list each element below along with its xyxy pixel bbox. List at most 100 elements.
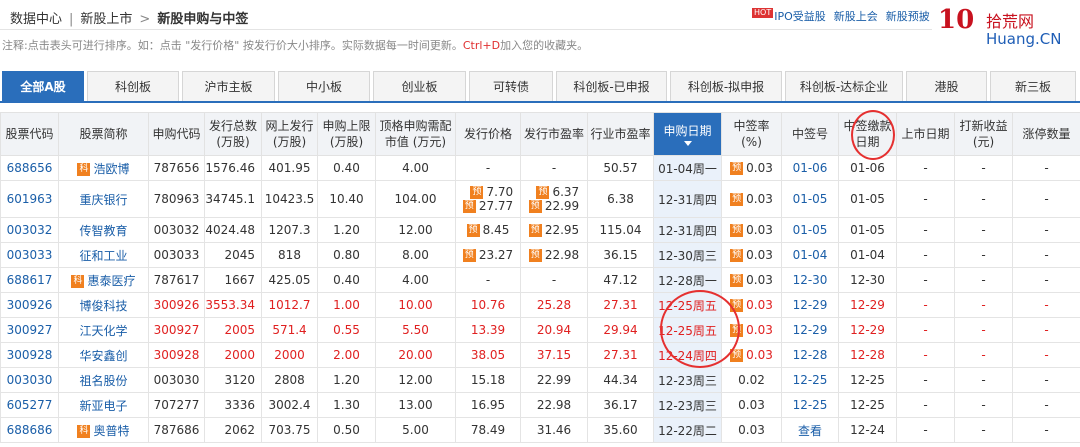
column-header[interactable]: 中签率 (%) <box>721 112 782 156</box>
tab-9[interactable]: 科创板-达标企业 <box>785 71 903 101</box>
breadcrumb-item[interactable]: 数据中心 <box>10 12 62 27</box>
table-cell: 1.20 <box>317 367 376 393</box>
table-cell: - <box>896 342 955 368</box>
tab-5[interactable]: 创业板 <box>373 71 466 101</box>
table-row[interactable]: 003033 征和工业 003033 2045 818 0.80 8.00 预 23.27 预 22… <box>0 242 1080 268</box>
stock-name-link[interactable]: 征和工业 <box>58 242 149 268</box>
table-row[interactable]: 688656 科浩欧博 787656 1576.46 401.95 0.40 4.00- -5… <box>0 155 1080 181</box>
hot-badge: HOT <box>752 8 774 18</box>
tab-3[interactable]: 沪市主板 <box>182 71 275 101</box>
table-cell: 003033 <box>148 242 205 268</box>
stock-code-link[interactable]: 300928 <box>0 342 59 368</box>
tab-2[interactable]: 科创板 <box>87 71 179 101</box>
table-cell: 12-25 <box>838 392 897 418</box>
lottery-number-link[interactable]: 12-29 <box>781 317 839 343</box>
lottery-number-link[interactable]: 12-25 <box>781 367 839 393</box>
lottery-number-link[interactable]: 01-05 <box>781 180 839 218</box>
stock-name-link[interactable]: 科浩欧博 <box>58 155 149 181</box>
stock-name-link[interactable]: 华安鑫创 <box>58 342 149 368</box>
tab-8[interactable]: 科创板-拟申报 <box>670 71 782 101</box>
stock-name-link[interactable]: 祖名股份 <box>58 367 149 393</box>
table-cell: 0.02 <box>721 367 782 393</box>
table-row[interactable]: 688686 科奥普特 787686 2062 703.75 0.50 5.00 78.49 3… <box>0 417 1080 443</box>
lottery-number-link[interactable]: 01-05 <box>781 217 839 243</box>
stock-code-link[interactable]: 300927 <box>0 317 59 343</box>
table-row[interactable]: 300927 江天化学 300927 2005 571.4 0.55 5.50 13.39 20… <box>0 317 1080 343</box>
stock-code-link[interactable]: 601963 <box>0 180 59 218</box>
lottery-number-link[interactable]: 01-06 <box>781 155 839 181</box>
tab-11[interactable]: 新三板 <box>990 71 1076 101</box>
tab-10[interactable]: 港股 <box>906 71 987 101</box>
table-cell: 12-30 <box>838 267 897 293</box>
stock-name-link[interactable]: 重庆银行 <box>58 180 149 218</box>
stock-name-link[interactable]: 科惠泰医疗 <box>58 267 149 293</box>
stock-code-link[interactable]: 003030 <box>0 367 59 393</box>
stock-code-link[interactable]: 688686 <box>0 417 59 443</box>
table-cell: - <box>896 317 955 343</box>
lottery-number-link[interactable]: 12-28 <box>781 342 839 368</box>
lottery-number-link[interactable]: 12-25 <box>781 392 839 418</box>
stock-code-link[interactable]: 003032 <box>0 217 59 243</box>
table-cell: 1667 <box>204 267 262 293</box>
column-header[interactable]: 网上发行 (万股) <box>261 112 318 156</box>
forecast-link[interactable]: 新股预披 <box>886 10 930 23</box>
table-row[interactable]: 601963 重庆银行 780963 34745.1 10423.5 10.40 104.0… <box>0 180 1080 218</box>
table-cell: 12.00 <box>375 367 456 393</box>
forecast-tag-icon: 预 <box>730 224 744 237</box>
table-cell: 预 22.95 <box>520 217 588 243</box>
stock-code-link[interactable]: 605277 <box>0 392 59 418</box>
column-header[interactable]: 股票简称 <box>58 112 149 156</box>
tab-1[interactable]: 全部A股 <box>2 71 84 101</box>
stock-name-link[interactable]: 江天化学 <box>58 317 149 343</box>
forecast-tag-icon: 预 <box>730 193 744 206</box>
lottery-number-link[interactable]: 查看 <box>781 417 839 443</box>
table-cell: - <box>896 392 955 418</box>
column-header[interactable]: 行业市盈率 <box>587 112 654 156</box>
table-cell: 20.94 <box>520 317 588 343</box>
tab-7[interactable]: 科创板-已申报 <box>556 71 667 101</box>
table-cell: - <box>954 155 1013 181</box>
table-cell: 2062 <box>204 417 262 443</box>
lottery-number-link[interactable]: 01-04 <box>781 242 839 268</box>
table-cell: - <box>520 267 588 293</box>
table-cell: 707277 <box>148 392 205 418</box>
stock-code-link[interactable]: 003033 <box>0 242 59 268</box>
listing-link[interactable]: 新股上会 <box>834 10 878 23</box>
stock-code-link[interactable]: 688656 <box>0 155 59 181</box>
stock-code-link[interactable]: 300926 <box>0 292 59 318</box>
table-row[interactable]: 300926 博俊科技 300926 3553.34 1012.7 1.00 10.00 10… <box>0 292 1080 318</box>
table-cell: 2000 <box>204 342 262 368</box>
column-header[interactable]: 上市日期 <box>896 112 955 156</box>
column-header[interactable]: 发行市盈率 <box>520 112 588 156</box>
table-row[interactable]: 688617 科惠泰医疗 787617 1667 425.05 0.40 4.00- -47.… <box>0 267 1080 293</box>
tab-4[interactable]: 中小板 <box>278 71 370 101</box>
table-cell: 预 0.03 <box>721 242 782 268</box>
column-header[interactable]: 申购日期 <box>653 112 722 156</box>
column-header[interactable]: 发行总数 (万股) <box>204 112 262 156</box>
stock-code-link[interactable]: 688617 <box>0 267 59 293</box>
lottery-number-link[interactable]: 12-29 <box>781 292 839 318</box>
column-header[interactable]: 申购上限 (万股) <box>317 112 376 156</box>
stock-name-link[interactable]: 传智教育 <box>58 217 149 243</box>
table-row[interactable]: 605277 新亚电子 707277 3336 3002.4 1.30 13.00 16.95… <box>0 392 1080 418</box>
lottery-number-link[interactable]: 12-30 <box>781 267 839 293</box>
table-cell: 3002.4 <box>261 392 318 418</box>
stock-name-link[interactable]: 科奥普特 <box>58 417 149 443</box>
table-cell: 44.34 <box>587 367 654 393</box>
column-header[interactable]: 涨停数量 <box>1012 112 1080 156</box>
stock-name-link[interactable]: 博俊科技 <box>58 292 149 318</box>
table-cell: 25.28 <box>520 292 588 318</box>
column-header[interactable]: 顶格申购需配 市值 (万元) <box>375 112 456 156</box>
table-row[interactable]: 003030 祖名股份 003030 3120 2808 1.20 12.00 15.18 22… <box>0 367 1080 393</box>
table-row[interactable]: 003032 传智教育 003032 4024.48 1207.3 1.20 12.00 预 8… <box>0 217 1080 243</box>
table-row[interactable]: 300928 华安鑫创 300928 2000 2000 2.00 20.00 38.05 37… <box>0 342 1080 368</box>
stock-name-link[interactable]: 新亚电子 <box>58 392 149 418</box>
column-header[interactable]: 申购代码 <box>148 112 205 156</box>
column-header[interactable]: 股票代码 <box>0 112 59 156</box>
column-header[interactable]: 中签号 <box>781 112 839 156</box>
column-header[interactable]: 打新收益 (元) <box>954 112 1013 156</box>
tab-6[interactable]: 可转债 <box>469 71 553 101</box>
column-header[interactable]: 发行价格 <box>455 112 521 156</box>
breadcrumb-item[interactable]: 新股上市 <box>80 12 132 27</box>
ipo-link[interactable]: IPO受益股 <box>774 10 826 23</box>
